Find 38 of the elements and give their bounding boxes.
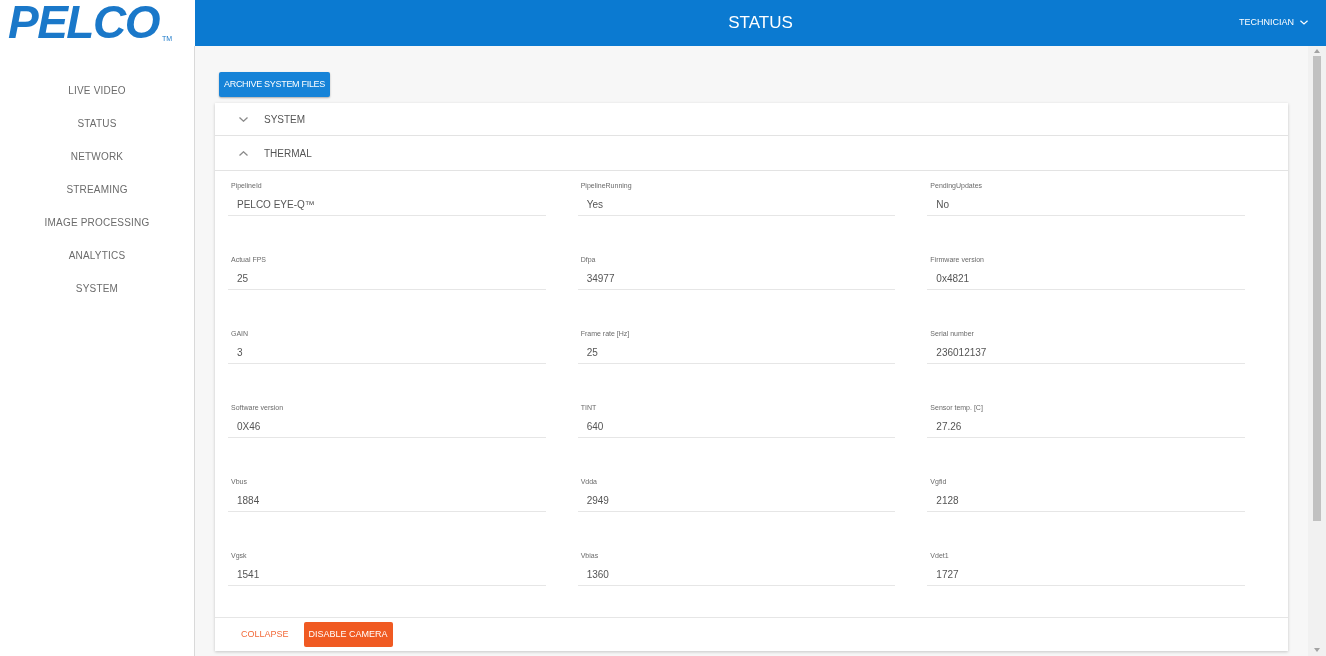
readonly-field: 1727: [927, 566, 1245, 587]
disable-camera-button[interactable]: DISABLE CAMERA: [303, 622, 393, 648]
scroll-down-icon[interactable]: [1314, 648, 1320, 652]
nav-link[interactable]: NETWORK: [0, 140, 194, 173]
readonly-field: 2949: [577, 492, 896, 513]
readonly-field: 25: [228, 270, 546, 291]
scroll-up-icon[interactable]: [1314, 49, 1320, 53]
chevron-down-icon: [1300, 20, 1308, 26]
readonly-field: 0X46: [228, 418, 546, 439]
scroll-thumb[interactable]: [1313, 56, 1321, 521]
readonly-field: 2128: [927, 492, 1245, 513]
readonly-field: 3: [228, 344, 546, 365]
archive-system-files-button[interactable]: ARCHIVE SYSTEM FILES: [219, 72, 331, 98]
readonly-field: Yes: [577, 196, 896, 217]
section-header[interactable]: THERMAL: [215, 136, 1288, 172]
user-menu[interactable]: TECHNICIAN: [1239, 16, 1308, 30]
page-title: STATUS: [728, 12, 793, 35]
readonly-field: 640: [577, 418, 896, 439]
nav-link[interactable]: IMAGE PROCESSING: [0, 206, 194, 239]
readonly-field: 0x4821: [927, 270, 1245, 291]
nav-link[interactable]: STREAMING: [0, 173, 194, 206]
readonly-field: 236012137: [927, 344, 1245, 365]
section-header[interactable]: SYSTEM: [215, 103, 1288, 137]
readonly-field: 27.26: [927, 418, 1245, 439]
nav-link[interactable]: STATUS: [0, 107, 194, 140]
nav-link[interactable]: SYSTEM: [0, 272, 194, 305]
readonly-field: 1541: [228, 566, 546, 587]
scrollbar[interactable]: [1308, 46, 1326, 656]
readonly-field: 34977: [577, 270, 896, 291]
readonly-field: 1884: [228, 492, 546, 513]
nav-link[interactable]: ANALYTICS: [0, 239, 194, 272]
readonly-field: PELCO EYE-Q™: [228, 196, 546, 217]
collapse-button[interactable]: COLLAPSE: [241, 622, 289, 648]
readonly-field: 1360: [577, 566, 896, 587]
readonly-field: 25: [577, 344, 896, 365]
readonly-field: No: [927, 196, 1245, 217]
brand-logo: PELCO: [8, 0, 159, 44]
nav-link[interactable]: LIVE VIDEO: [0, 74, 194, 107]
